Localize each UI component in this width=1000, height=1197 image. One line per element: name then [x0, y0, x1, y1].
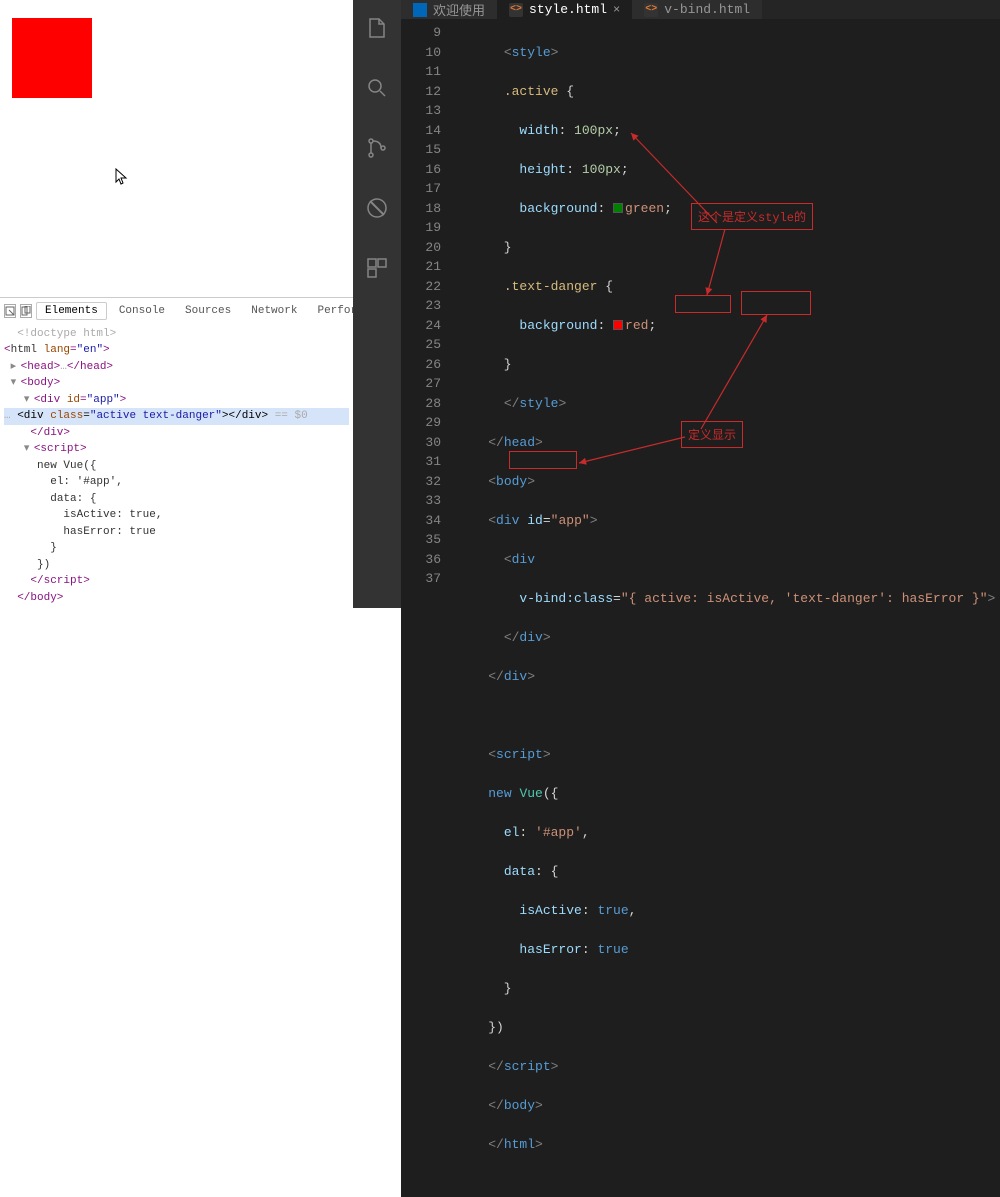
source-control-icon[interactable] — [353, 128, 401, 168]
rendered-div-active-text-danger — [12, 18, 92, 98]
close-icon[interactable]: × — [613, 3, 620, 17]
devtools-panel: Elements Console Sources Network Perform… — [0, 297, 353, 609]
tab-vbind-html[interactable]: <> v-bind.html — [632, 0, 762, 19]
extensions-icon[interactable] — [353, 248, 401, 288]
tab-welcome-label: 欢迎使用 — [433, 0, 485, 19]
vue-line-2: el: '#app', — [37, 476, 123, 488]
tab-console[interactable]: Console — [111, 303, 173, 319]
dom-inner-class: active text-danger — [96, 410, 215, 422]
annotation-label-display: 定义显示 — [681, 421, 743, 448]
html-file-icon: <> — [509, 3, 523, 17]
tab-vbind-label: v-bind.html — [664, 2, 750, 17]
vue-line-5: hasError: true — [37, 526, 156, 538]
devtools-dom-tree[interactable]: <!doctype html> <html lang="en"> ▸<head>… — [0, 324, 353, 609]
code-editor[interactable]: 9101112131415161718192021222324252627282… — [401, 19, 1000, 1197]
vue-line-1: new Vue({ — [37, 460, 96, 472]
line-numbers: 9101112131415161718192021222324252627282… — [401, 19, 457, 1197]
mouse-cursor — [115, 168, 129, 191]
editor-area: 欢迎使用 <> style.html × <> v-bind.html 9101… — [401, 0, 1000, 608]
tab-sources[interactable]: Sources — [177, 303, 239, 319]
vue-line-3: data: { — [37, 493, 96, 505]
vscode-icon — [413, 3, 427, 17]
tab-network[interactable]: Network — [243, 303, 305, 319]
tab-style-label: style.html — [529, 2, 607, 17]
browser-preview-pane: Elements Console Sources Network Perform… — [0, 0, 353, 608]
vue-line-7: }) — [37, 559, 50, 571]
vue-line-6: } — [37, 542, 57, 554]
html-file-icon: <> — [644, 3, 658, 17]
editor-tabs: 欢迎使用 <> style.html × <> v-bind.html — [401, 0, 1000, 19]
page-preview — [0, 0, 353, 297]
explorer-icon[interactable] — [353, 8, 401, 48]
search-icon[interactable] — [353, 68, 401, 108]
inspect-icon[interactable] — [4, 304, 16, 318]
code-content[interactable]: <style> .active { width: 100px; height: … — [457, 19, 1000, 1197]
annotation-box-active — [675, 295, 731, 313]
tab-style-html[interactable]: <> style.html × — [497, 0, 632, 19]
vscode-pane: 欢迎使用 <> style.html × <> v-bind.html 9101… — [353, 0, 1000, 608]
debug-icon[interactable] — [353, 188, 401, 228]
activity-bar — [353, 0, 401, 608]
tab-welcome[interactable]: 欢迎使用 — [401, 0, 497, 19]
annotation-label-style: 这个是定义style的 — [691, 203, 813, 230]
devtools-tabs: Elements Console Sources Network Perform — [0, 298, 353, 324]
vue-line-4: isActive: true, — [37, 509, 162, 521]
annotation-box-isactive — [741, 291, 811, 315]
device-toggle-icon[interactable] — [20, 304, 32, 318]
tab-elements[interactable]: Elements — [36, 302, 107, 320]
annotation-box-isactive-data — [509, 451, 577, 469]
